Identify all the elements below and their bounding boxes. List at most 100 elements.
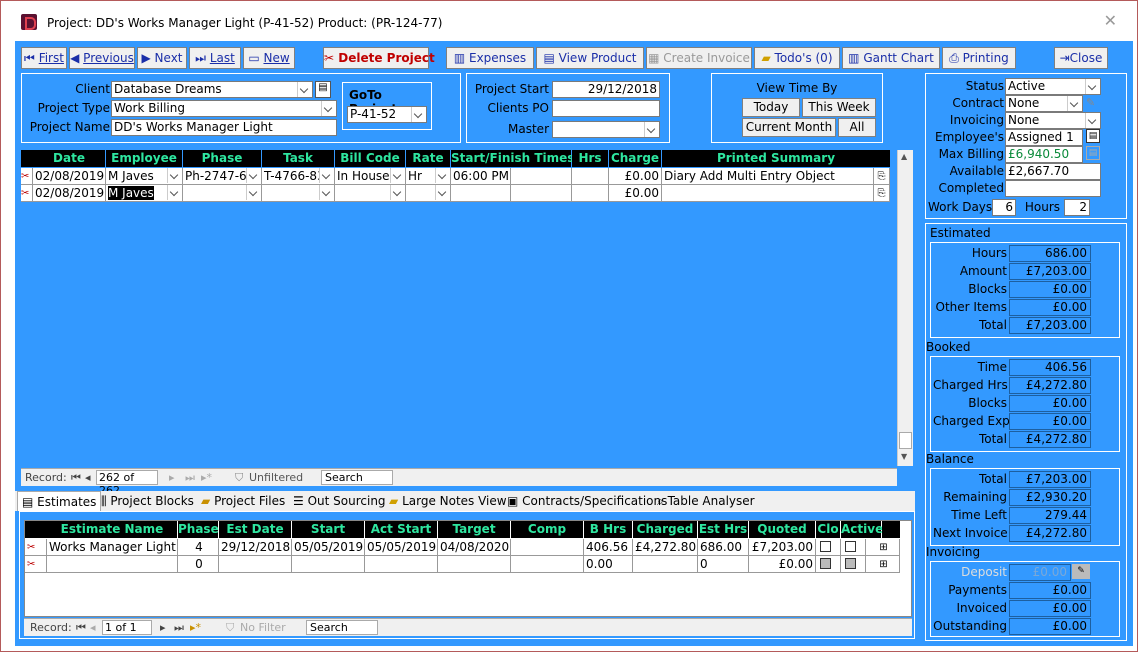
max-billing-book-icon[interactable]: ▤	[1086, 146, 1100, 160]
estimate-act-start-cell[interactable]	[365, 556, 438, 573]
todos-button[interactable]: ▰ Todo's (0)	[754, 47, 840, 69]
delete-estimate-icon[interactable]: ✂	[25, 556, 47, 573]
goto-project-select[interactable]: P-41-52	[347, 106, 427, 123]
estimate-quoted-cell[interactable]: £7,203.00	[749, 539, 816, 556]
time-rate-cell[interactable]	[406, 185, 451, 202]
tab-project-blocks[interactable]: ⫼ Project Blocks	[101, 491, 194, 511]
estimate-phase-cell[interactable]: 0	[178, 556, 219, 573]
tab-out-sourcing[interactable]: ☰ Out Sourcing	[293, 491, 386, 511]
estimate-b-hrs-cell[interactable]: 406.56	[584, 539, 633, 556]
project-type-select[interactable]: Work Billing	[111, 100, 337, 117]
record-position-input[interactable]: 1 of 1	[102, 620, 152, 635]
time-phase-cell[interactable]	[183, 185, 262, 202]
max-billing-input[interactable]: £6,940.50	[1005, 146, 1083, 163]
chevron-down-icon[interactable]	[167, 168, 182, 183]
estimate-comp-cell[interactable]	[511, 556, 584, 573]
client-select[interactable]: Database Dreams	[111, 81, 313, 98]
tab-estimates[interactable]: ▤ Estimates	[17, 491, 102, 511]
record-position-input[interactable]: 262 of 262	[96, 470, 158, 497]
closed-checkbox[interactable]	[820, 558, 831, 569]
nav-last-icon[interactable]: ⏭	[174, 619, 184, 636]
chevron-down-icon[interactable]	[435, 168, 450, 183]
chevron-down-icon[interactable]	[411, 107, 426, 122]
time-finish-cell[interactable]	[511, 185, 572, 202]
nav-new-icon[interactable]: ▸*	[190, 619, 201, 636]
chevron-down-icon[interactable]	[435, 185, 450, 200]
estimate-quoted-cell[interactable]: £0.00	[749, 556, 816, 573]
chevron-down-icon[interactable]	[246, 185, 261, 200]
nav-next-icon[interactable]: ▸	[160, 619, 166, 636]
chevron-down-icon[interactable]	[644, 122, 659, 137]
last-record-button[interactable]: ⏭ Last	[189, 47, 241, 69]
estimate-closed-cell[interactable]	[816, 539, 841, 556]
client-details-icon[interactable]: ▤	[315, 81, 331, 98]
all-time-button[interactable]: All	[838, 118, 876, 137]
time-task-cell[interactable]: T-4766-83	[262, 168, 335, 185]
expenses-button[interactable]: ▥ Expenses	[446, 47, 534, 69]
time-date-cell[interactable]: 02/08/2019	[33, 168, 106, 185]
chevron-down-icon[interactable]	[390, 168, 405, 183]
scroll-down-icon[interactable]: ▼	[901, 452, 907, 461]
estimate-est-hrs-cell[interactable]: 686.00	[698, 539, 749, 556]
tab-table-analyser[interactable]: ⌕ Table Analyser	[657, 491, 755, 511]
filter-status-button[interactable]: Unfiltered	[249, 469, 303, 486]
estimate-est-hrs-cell[interactable]: 0	[698, 556, 749, 573]
this-week-button[interactable]: This Week	[802, 98, 876, 117]
nav-last-icon[interactable]: ⏭	[185, 469, 195, 486]
invoicing-select[interactable]: None	[1005, 112, 1101, 129]
estimate-charged-cell[interactable]: £4,272.80	[633, 539, 698, 556]
time-grid-scrollbar[interactable]: ▲ ▼	[897, 150, 913, 466]
chevron-down-icon[interactable]	[1085, 113, 1100, 128]
time-charge-cell[interactable]: £0.00	[609, 168, 662, 185]
estimate-comp-cell[interactable]	[511, 539, 584, 556]
open-entry-icon[interactable]: ⎘	[874, 185, 890, 202]
estimate-active-cell[interactable]	[841, 556, 866, 573]
time-charge-cell[interactable]: £0.00	[609, 185, 662, 202]
delete-project-button[interactable]: ✂ Delete Project	[323, 47, 435, 69]
today-button[interactable]: Today	[742, 98, 800, 117]
clients-po-input[interactable]	[552, 100, 660, 117]
time-summary-cell[interactable]	[662, 185, 874, 202]
project-name-input[interactable]: DD's Works Manager Light	[111, 119, 337, 136]
hours-input[interactable]: 2	[1064, 199, 1090, 216]
estimate-charged-cell[interactable]	[633, 556, 698, 573]
filter-status-button[interactable]: No Filter	[240, 619, 286, 636]
delete-row-icon[interactable]: ✂	[21, 168, 33, 185]
time-bill-code-cell[interactable]	[335, 185, 406, 202]
previous-record-button[interactable]: ◀ Previous	[69, 47, 135, 69]
current-month-button[interactable]: Current Month	[742, 118, 836, 137]
chevron-down-icon[interactable]	[246, 168, 261, 183]
chevron-down-icon[interactable]	[321, 101, 336, 116]
time-start-cell[interactable]	[451, 185, 511, 202]
estimate-target-cell[interactable]	[438, 556, 511, 573]
nav-first-icon[interactable]: ⏮	[76, 619, 86, 636]
nav-prev-icon[interactable]: ◂	[85, 469, 91, 486]
hierarchy-icon[interactable]: ⊞	[866, 556, 900, 573]
printing-button[interactable]: ⎙ Printing	[942, 47, 1016, 69]
tab-large-notes-view[interactable]: ▰ Large Notes View	[389, 491, 507, 511]
chevron-down-icon[interactable]	[319, 168, 334, 183]
estimate-name-cell[interactable]	[47, 556, 178, 573]
chevron-down-icon[interactable]	[319, 185, 334, 200]
time-bill-code-cell[interactable]: In House	[335, 168, 406, 185]
scroll-up-icon[interactable]: ▲	[901, 152, 907, 161]
first-record-button[interactable]: ⏮ First	[21, 47, 67, 69]
gantt-chart-button[interactable]: ▥ Gantt Chart	[842, 47, 940, 69]
contract-edit-icon[interactable]: ✎	[1086, 96, 1095, 109]
record-search-input[interactable]: Search	[306, 620, 378, 635]
time-finish-cell[interactable]	[511, 168, 572, 185]
estimate-phase-cell[interactable]: 4	[178, 539, 219, 556]
time-phase-cell[interactable]: Ph-2747-64	[183, 168, 262, 185]
close-button[interactable]: ⇥Close	[1054, 47, 1108, 69]
next-record-button[interactable]: ▶ Next	[137, 47, 187, 69]
estimate-act-start-cell[interactable]: 05/05/2019	[365, 539, 438, 556]
time-hrs-cell[interactable]	[572, 185, 609, 202]
record-search-input[interactable]: Search	[321, 470, 393, 485]
closed-checkbox[interactable]	[820, 541, 831, 552]
work-days-input[interactable]: 6	[992, 199, 1016, 216]
time-start-cell[interactable]: 06:00 PM	[451, 168, 511, 185]
time-employee-cell[interactable]: M Javes	[106, 185, 183, 202]
time-employee-cell[interactable]: M Javes	[106, 168, 183, 185]
time-hrs-cell[interactable]	[572, 168, 609, 185]
scroll-thumb[interactable]	[899, 432, 912, 449]
